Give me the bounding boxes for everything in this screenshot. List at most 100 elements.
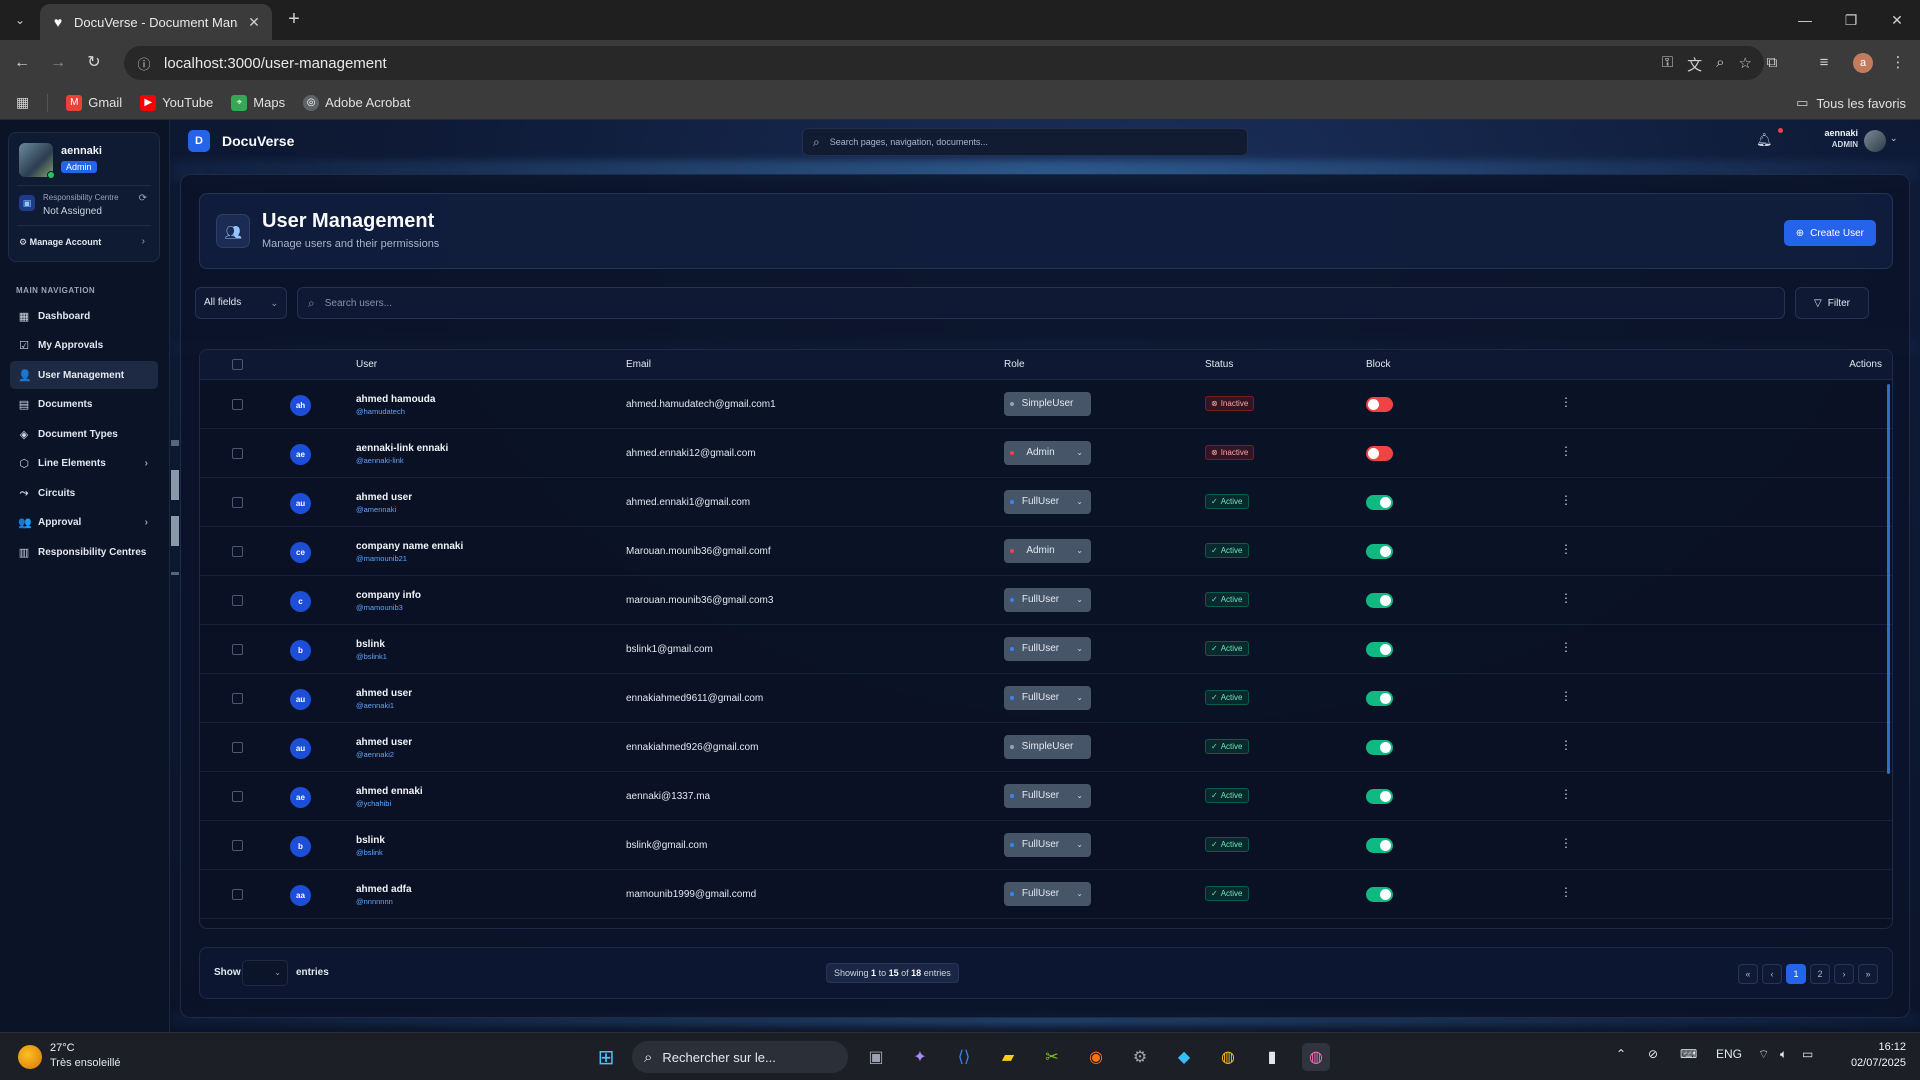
row-actions-kebab-icon[interactable]: ⋮: [1560, 444, 1572, 458]
bell-icon[interactable]: 🔔︎: [1756, 132, 1773, 148]
column-header-email[interactable]: Email: [626, 359, 651, 370]
block-toggle[interactable]: [1366, 397, 1393, 412]
row-checkbox[interactable]: [232, 595, 243, 606]
table-row[interactable]: aa ahmed adfa @nnnnnnn mamounib1999@gmail.c…: [200, 870, 1892, 919]
block-toggle[interactable]: [1366, 887, 1393, 902]
resize-rail[interactable]: [171, 440, 179, 590]
task-view-icon[interactable]: ▣: [862, 1043, 890, 1071]
app-logo[interactable]: D: [188, 130, 210, 152]
browser-tab[interactable]: ♥ DocuVerse - Document Manag ✕: [40, 4, 272, 40]
tray-hidden-icon[interactable]: ⊘: [1648, 1047, 1658, 1061]
zoom-icon[interactable]: ⌕: [1716, 54, 1724, 75]
column-header-user[interactable]: User: [356, 359, 377, 370]
volume-icon[interactable]: 🔈︎: [1780, 1047, 1787, 1062]
manage-account-link[interactable]: ⚙ Manage Account: [19, 237, 101, 248]
row-actions-kebab-icon[interactable]: ⋮: [1560, 738, 1572, 752]
role-select[interactable]: SimpleUser: [1004, 735, 1091, 759]
next-page-icon[interactable]: ›: [1834, 964, 1854, 984]
site-info-icon[interactable]: ⓘ: [134, 54, 154, 73]
user-search-input[interactable]: ⌕ Search users...: [297, 287, 1785, 319]
table-row[interactable]: b bslink @bslink bslink@gmail.com FullUser ⌄ ✓…: [200, 821, 1892, 870]
weather-temperature[interactable]: 27°C: [50, 1042, 75, 1054]
role-select[interactable]: Admin ⌄: [1004, 441, 1091, 465]
block-toggle[interactable]: [1366, 495, 1393, 510]
reload-icon[interactable]: ↻: [82, 51, 106, 75]
row-actions-kebab-icon[interactable]: ⋮: [1560, 787, 1572, 801]
column-header-role[interactable]: Role: [1004, 359, 1025, 370]
first-page-icon[interactable]: «: [1738, 964, 1758, 984]
sidebar-item-dashboard[interactable]: ▦ Dashboard: [10, 302, 158, 330]
bookmark-maps[interactable]: ⌖ Maps: [231, 94, 285, 111]
row-actions-kebab-icon[interactable]: ⋮: [1560, 395, 1572, 409]
vscode-icon[interactable]: ⟨⟩: [950, 1043, 978, 1071]
copilot-icon[interactable]: ✦: [906, 1043, 934, 1071]
sidebar-item-approval[interactable]: 👥 Approval ›: [10, 509, 158, 537]
row-checkbox[interactable]: [232, 791, 243, 802]
block-toggle[interactable]: [1366, 544, 1393, 559]
terminal-icon[interactable]: ▮: [1258, 1043, 1286, 1071]
weather-sun-icon[interactable]: [18, 1045, 42, 1069]
docker-icon[interactable]: ◆: [1170, 1043, 1198, 1071]
postman-icon[interactable]: ◉: [1082, 1043, 1110, 1071]
clock-time[interactable]: 16:12: [1866, 1041, 1906, 1053]
chevron-down-icon[interactable]: ⌄: [1890, 133, 1898, 144]
taskbar-search[interactable]: ⌕ Rechercher sur le...: [632, 1041, 848, 1073]
table-row[interactable]: ce company name ennaki @mamounib21 Marouan.…: [200, 527, 1892, 576]
chrome-icon[interactable]: ◍: [1214, 1043, 1242, 1071]
sidebar-item-line-elements[interactable]: ⬡ Line Elements ›: [10, 450, 158, 478]
block-toggle[interactable]: [1366, 838, 1393, 853]
row-actions-kebab-icon[interactable]: ⋮: [1560, 493, 1572, 507]
row-checkbox[interactable]: [232, 693, 243, 704]
menu-kebab-icon[interactable]: ⋮: [1886, 51, 1910, 75]
app-name[interactable]: DocuVerse: [222, 133, 294, 149]
sidebar-item-responsibility-centres[interactable]: ▥ Responsibility Centres: [10, 538, 158, 566]
block-toggle[interactable]: [1366, 691, 1393, 706]
windows-start-icon[interactable]: ⊞: [592, 1043, 620, 1071]
clock-date[interactable]: 02/07/2025: [1838, 1057, 1906, 1069]
global-search-input[interactable]: ⌕ Search pages, navigation, documents...: [802, 128, 1248, 156]
sidebar-item-my-approvals[interactable]: ☑ My Approvals: [10, 332, 158, 360]
address-bar[interactable]: ⓘ localhost:3000/user-management ⚿ 文 ⌕ ☆: [124, 46, 1764, 80]
column-header-block[interactable]: Block: [1366, 359, 1390, 370]
page-button[interactable]: 2: [1810, 964, 1830, 984]
row-actions-kebab-icon[interactable]: ⋮: [1560, 885, 1572, 899]
apps-grid-icon[interactable]: ▦: [16, 94, 29, 111]
row-actions-kebab-icon[interactable]: ⋮: [1560, 640, 1572, 654]
table-row[interactable]: au ahmed user @aennaki1 ennakiahmed9611@gma…: [200, 674, 1892, 723]
column-header-status[interactable]: Status: [1205, 359, 1233, 370]
block-toggle[interactable]: [1366, 642, 1393, 657]
language-indicator[interactable]: ENG: [1716, 1047, 1742, 1061]
row-checkbox[interactable]: [232, 644, 243, 655]
restore-icon[interactable]: ❐: [1828, 0, 1874, 40]
sidebar-item-document-types[interactable]: ◈ Document Types: [10, 420, 158, 448]
table-row[interactable]: ae ahmed ennaki @ychahibi aennaki@1337.ma Fu…: [200, 772, 1892, 821]
profile-avatar[interactable]: a: [1853, 53, 1873, 73]
role-select[interactable]: FullUser ⌄: [1004, 833, 1091, 857]
filter-button[interactable]: ▽ Filter: [1795, 287, 1869, 319]
row-actions-kebab-icon[interactable]: ⋮: [1560, 689, 1572, 703]
block-toggle[interactable]: [1366, 593, 1393, 608]
table-row[interactable]: au ahmed user @amennaki ahmed.ennaki1@gmail…: [200, 478, 1892, 527]
close-tab-icon[interactable]: ✕: [246, 14, 262, 31]
row-checkbox[interactable]: [232, 497, 243, 508]
minimize-icon[interactable]: —: [1782, 0, 1828, 40]
forward-icon[interactable]: →: [46, 51, 70, 75]
settings-gear-icon[interactable]: ⚙: [1126, 1043, 1154, 1071]
field-select[interactable]: All fields ⌄: [195, 287, 287, 319]
last-page-icon[interactable]: »: [1858, 964, 1878, 984]
wifi-icon[interactable]: ⌔: [1758, 1047, 1769, 1062]
bookmark-acrobat[interactable]: ◎ Adobe Acrobat: [303, 94, 410, 111]
role-select[interactable]: SimpleUser: [1004, 392, 1091, 416]
select-all-checkbox[interactable]: [232, 359, 243, 370]
avatar[interactable]: [1864, 130, 1886, 152]
row-checkbox[interactable]: [232, 742, 243, 753]
table-row[interactable]: b bslink @bslink1 bslink1@gmail.com FullUser…: [200, 625, 1892, 674]
tray-chevron-up-icon[interactable]: ⌃: [1616, 1047, 1626, 1061]
create-user-button[interactable]: ⊕ Create User: [1783, 220, 1876, 246]
header-user[interactable]: aennaki ADMIN: [1798, 128, 1858, 149]
role-select[interactable]: FullUser ⌄: [1004, 490, 1091, 514]
translate-icon[interactable]: 文: [1687, 54, 1702, 75]
table-row[interactable]: au ahmed user @aennaki2 ennakiahmed926@gmai…: [200, 723, 1892, 772]
bookmark-youtube[interactable]: ▶ YouTube: [140, 94, 213, 111]
row-checkbox[interactable]: [232, 448, 243, 459]
